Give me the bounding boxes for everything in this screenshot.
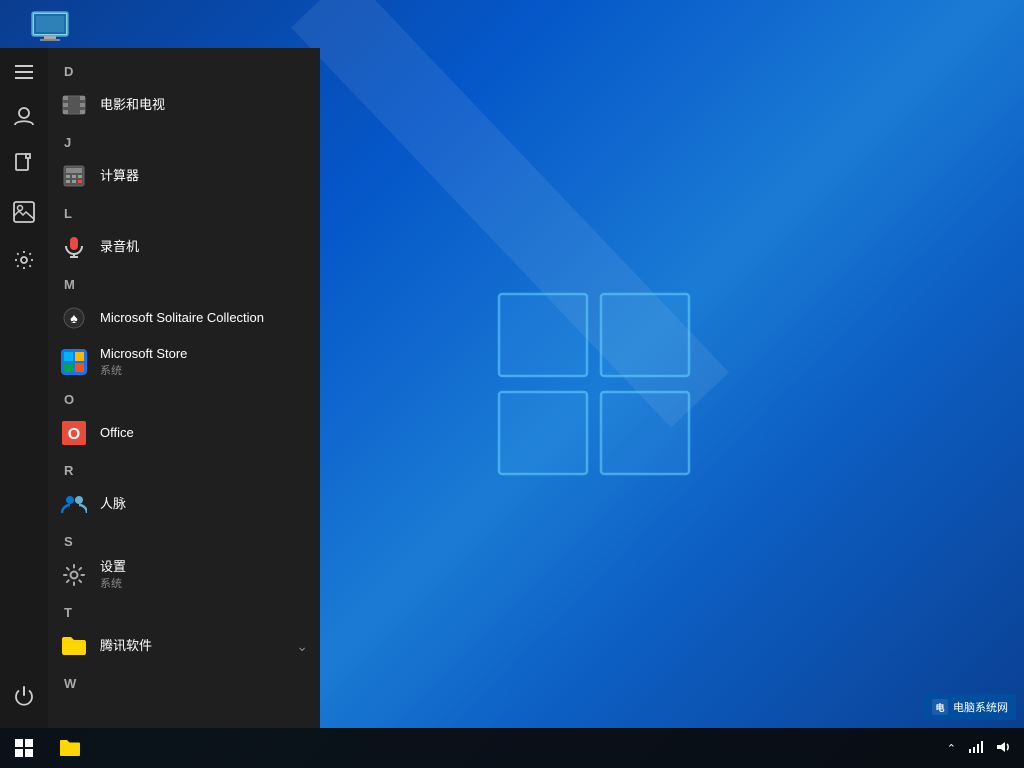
app-subtitle-settings: 系统 (100, 575, 308, 591)
recorder-icon (60, 233, 88, 261)
app-name-calc: 计算器 (100, 168, 308, 184)
solitaire-icon: ♠ (60, 304, 88, 332)
app-subtitle-store: 系统 (100, 362, 308, 378)
sidebar-icon-file[interactable] (0, 140, 48, 188)
photos-icon (13, 201, 35, 223)
section-letter-l: L (48, 198, 320, 225)
sidebar-icon-photos[interactable] (0, 188, 48, 236)
app-item-calc[interactable]: 计算器 (48, 154, 320, 198)
app-item-people[interactable]: 人脉 (48, 482, 320, 526)
windows-start-icon (14, 738, 34, 758)
taskbar-chevron[interactable]: ⌃ (943, 742, 960, 755)
hamburger-button[interactable] (0, 52, 48, 92)
office-icon: O (60, 419, 88, 447)
hamburger-line-2 (15, 71, 33, 73)
app-name-office: Office (100, 425, 308, 441)
app-item-settings[interactable]: 设置 系统 (48, 553, 320, 597)
start-button[interactable] (0, 728, 48, 768)
app-name-solitaire: Microsoft Solitaire Collection (100, 310, 308, 326)
app-text-calc: 计算器 (100, 168, 308, 184)
taskbar-network[interactable] (964, 740, 988, 757)
app-text-people: 人脉 (100, 496, 308, 512)
app-item-office[interactable]: O Office (48, 411, 320, 455)
app-text-dianying: 电影和电视 (100, 97, 308, 113)
app-text-office: Office (100, 425, 308, 441)
people-icon (60, 490, 88, 518)
start-sidebar (0, 48, 48, 728)
watermark: 电 电脑系统网 (923, 694, 1016, 720)
app-text-settings: 设置 系统 (100, 559, 308, 591)
hamburger-line-3 (15, 77, 33, 79)
start-menu: D 电影和电视 J (0, 48, 320, 728)
taskbar-volume[interactable] (992, 740, 1016, 757)
windows-logo (494, 289, 694, 479)
desktop: 此电脑 (0, 0, 1024, 768)
sidebar-icon-settings[interactable] (0, 236, 48, 284)
watermark-text: 电脑系统网 (953, 699, 1008, 715)
svg-text:O: O (68, 426, 80, 443)
taskbar-right: ⌃ (943, 740, 1024, 757)
section-letter-m: M (48, 269, 320, 296)
watermark-icon: 电 (931, 698, 949, 716)
film-icon (60, 91, 88, 119)
app-name-tencent: 腾讯软件 (100, 638, 284, 654)
tencent-expand-arrow: ⌄ (296, 638, 308, 655)
folder-icon (60, 632, 88, 660)
app-name-recorder: 录音机 (100, 239, 308, 255)
section-letter-s: S (48, 526, 320, 553)
svg-text:电: 电 (935, 702, 944, 713)
taskbar: ⌃ (0, 728, 1024, 768)
app-item-solitaire[interactable]: ♠ Microsoft Solitaire Collection (48, 296, 320, 340)
calc-icon (60, 162, 88, 190)
app-text-recorder: 录音机 (100, 239, 308, 255)
volume-icon (996, 740, 1012, 754)
app-item-store[interactable]: Microsoft Store 系统 (48, 340, 320, 384)
app-item-tencent[interactable]: 腾讯软件 ⌄ (48, 624, 320, 668)
section-letter-r: R (48, 455, 320, 482)
file-icon (14, 153, 34, 175)
app-item-dianying[interactable]: 电影和电视 (48, 83, 320, 127)
app-name-settings: 设置 (100, 559, 308, 575)
thispc-icon (30, 10, 70, 42)
settings-app-icon (60, 561, 88, 589)
section-letter-d: D (48, 56, 320, 83)
app-text-tencent: 腾讯软件 (100, 638, 284, 654)
network-icon (968, 740, 984, 754)
settings-icon (13, 249, 35, 271)
section-letter-j: J (48, 127, 320, 154)
app-item-recorder[interactable]: 录音机 (48, 225, 320, 269)
app-list: D 电影和电视 J (48, 48, 320, 728)
store-icon (60, 348, 88, 376)
file-explorer-icon (59, 738, 81, 758)
sidebar-icon-power[interactable] (0, 672, 48, 720)
power-icon (13, 685, 35, 707)
section-letter-o: O (48, 384, 320, 411)
section-letter-t: T (48, 597, 320, 624)
sidebar-icon-user[interactable] (0, 92, 48, 140)
app-name-dianying: 电影和电视 (100, 97, 308, 113)
app-name-people: 人脉 (100, 496, 308, 512)
taskbar-file-explorer[interactable] (48, 728, 92, 768)
section-letter-w: W (48, 668, 320, 695)
user-icon (13, 105, 35, 127)
app-name-store: Microsoft Store (100, 346, 308, 362)
app-text-solitaire: Microsoft Solitaire Collection (100, 310, 308, 326)
app-text-store: Microsoft Store 系统 (100, 346, 308, 378)
hamburger-line-1 (15, 65, 33, 67)
svg-text:♠: ♠ (70, 310, 78, 326)
